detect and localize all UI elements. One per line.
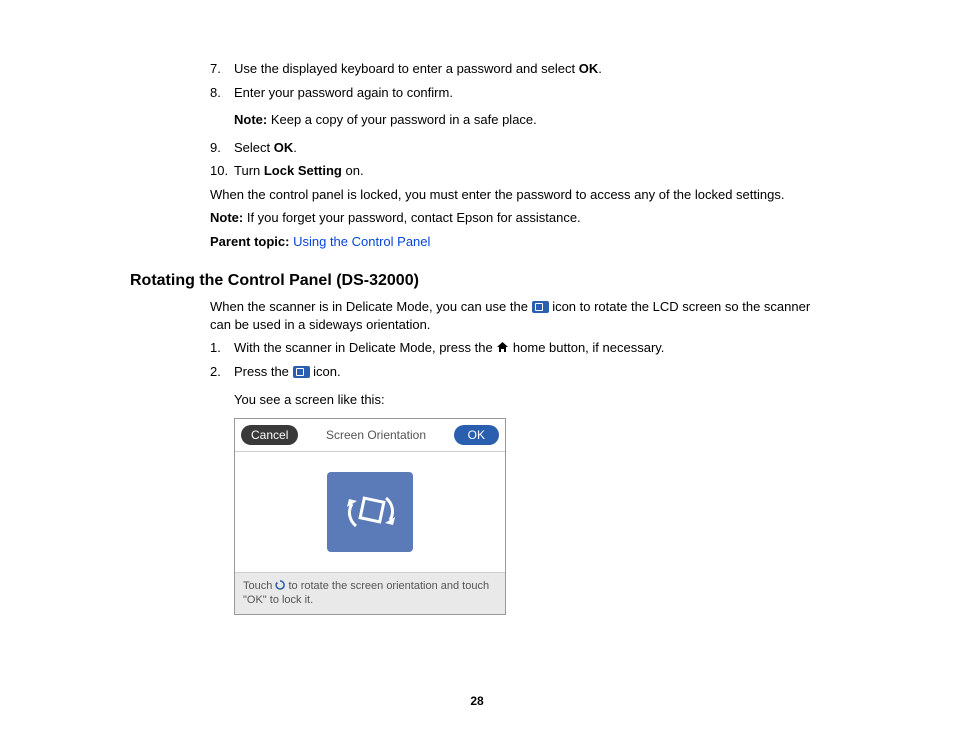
step-number: 1. [210,339,234,357]
section-intro: When the scanner is in Delicate Mode, yo… [210,298,824,333]
rotate-icon [532,301,549,313]
note-1: Note: Keep a copy of your password in a … [234,111,824,129]
screen-orientation-mock: Cancel Screen Orientation OK Touch to ro… [234,418,506,615]
step-8: 8. Enter your password again to confirm. [210,84,824,102]
screen-body [235,452,505,572]
step-text: Turn Lock Setting on. [234,162,364,180]
step-text: Use the displayed keyboard to enter a pa… [234,60,602,78]
section-heading: Rotating the Control Panel (DS-32000) [130,272,824,290]
step-10: 10. Turn Lock Setting on. [210,162,824,180]
rotate-tile-icon [327,472,413,552]
step-number: 9. [210,139,234,157]
parent-topic: Parent topic: Using the Control Panel [210,233,824,251]
step-text: Enter your password again to confirm. [234,84,453,102]
step-number: 10. [210,162,234,180]
parent-topic-link[interactable]: Using the Control Panel [293,234,430,249]
ok-button: OK [454,425,499,445]
screen-title: Screen Orientation [326,428,426,442]
cancel-button: Cancel [241,425,298,445]
home-icon [496,341,509,353]
step-number: 2. [210,363,234,381]
step-number: 8. [210,84,234,102]
step-9: 9. Select OK. [210,139,824,157]
step-c2: 2. Press the icon. [210,363,824,381]
rotate-icon [275,580,285,590]
step-text: Select OK. [234,139,297,157]
step-c1: 1. With the scanner in Delicate Mode, pr… [210,339,824,357]
note-2: Note: If you forget your password, conta… [210,209,824,227]
screen-header: Cancel Screen Orientation OK [235,419,505,452]
rotate-icon [293,366,310,378]
you-see-text: You see a screen like this: [234,391,824,409]
step-number: 7. [210,60,234,78]
step-7: 7. Use the displayed keyboard to enter a… [210,60,824,78]
step-text: With the scanner in Delicate Mode, press… [234,339,664,357]
step-text: Press the icon. [234,363,341,381]
locked-info: When the control panel is locked, you mu… [210,186,824,204]
page-number: 28 [0,694,954,708]
screen-footer: Touch to rotate the screen orientation a… [235,572,505,614]
